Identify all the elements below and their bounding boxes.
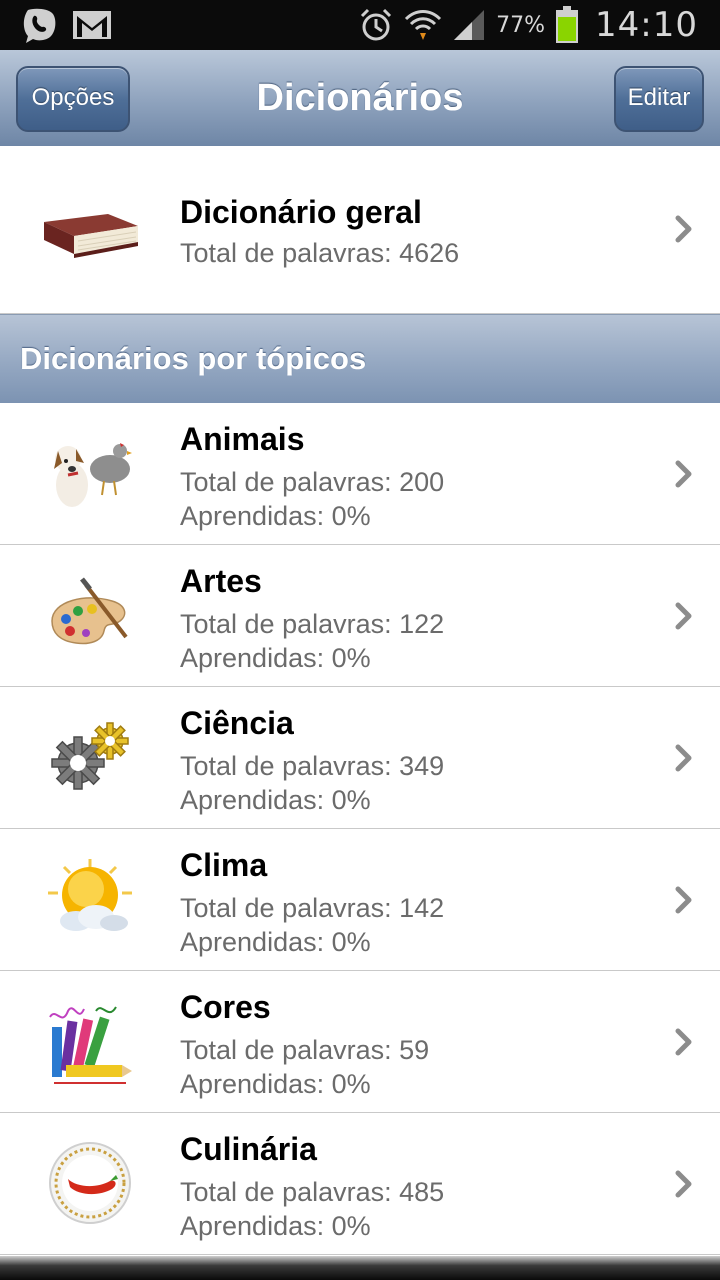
options-button[interactable]: Opções: [16, 66, 130, 132]
list-item[interactable]: Animais Total de palavras: 200 Aprendida…: [0, 403, 720, 545]
general-dictionary-row[interactable]: Dicionário geral Total de palavras: 4626: [0, 146, 720, 314]
row-learned: Aprendidas: 0%: [180, 501, 371, 531]
signal-icon: [454, 10, 485, 40]
viber-icon: [23, 8, 56, 43]
list-item[interactable]: Artes Total de palavras: 122 Aprendidas:…: [0, 545, 720, 687]
status-bar: 77% 14:10: [0, 0, 720, 50]
section-title: Dicionários por tópicos: [20, 341, 367, 376]
row-learned: Aprendidas: 0%: [180, 643, 371, 673]
row-title: Artes: [180, 563, 262, 599]
row-total: Total de palavras: 4626: [180, 238, 460, 268]
nav-bar: Dicionários Opções Editar: [0, 50, 720, 147]
chevron-right-icon: [675, 744, 692, 772]
book-icon: [44, 214, 138, 258]
chevron-right-icon: [675, 1028, 692, 1056]
row-total: Total de palavras: 122: [180, 609, 445, 639]
battery-percent: 77%: [496, 12, 546, 38]
palette-icon: [51, 577, 128, 645]
row-title: Ciência: [180, 705, 294, 741]
section-header: Dicionários por tópicos: [0, 314, 720, 404]
gears-icon: [51, 722, 129, 790]
row-total: Total de palavras: 59: [180, 1035, 430, 1065]
row-learned: Aprendidas: 0%: [180, 1211, 371, 1241]
battery-icon: [556, 6, 579, 43]
bottom-edge: [0, 1256, 720, 1280]
row-title: Cores: [180, 989, 271, 1025]
row-title: Dicionário geral: [180, 194, 422, 230]
wifi-icon: [405, 10, 442, 40]
chevron-right-icon: [675, 215, 692, 243]
row-learned: Aprendidas: 0%: [180, 1069, 371, 1099]
plate-icon: [49, 1142, 131, 1224]
edit-button[interactable]: Editar: [614, 66, 704, 132]
animals-icon: [54, 443, 132, 507]
row-learned: Aprendidas: 0%: [180, 927, 371, 957]
list-item[interactable]: Culinária Total de palavras: 485 Aprendi…: [0, 1113, 720, 1255]
row-learned: Aprendidas: 0%: [180, 785, 371, 815]
list-item[interactable]: Cores Total de palavras: 59 Aprendidas: …: [0, 971, 720, 1113]
chevron-right-icon: [675, 1170, 692, 1198]
row-title: Animais: [180, 421, 305, 457]
row-total: Total de palavras: 349: [180, 751, 445, 781]
chevron-right-icon: [675, 886, 692, 914]
row-title: Culinária: [180, 1131, 317, 1167]
row-title: Clima: [180, 847, 268, 883]
gmail-icon: [73, 11, 111, 39]
row-total: Total de palavras: 142: [180, 893, 445, 923]
row-total: Total de palavras: 485: [180, 1177, 445, 1207]
chevron-right-icon: [675, 460, 692, 488]
weather-icon: [48, 859, 132, 931]
alarm-icon: [361, 8, 392, 41]
clock: 14:10: [595, 5, 698, 45]
list-item[interactable]: Ciência Total de palavras: 349 Aprendida…: [0, 687, 720, 829]
row-total: Total de palavras: 200: [180, 467, 445, 497]
list-item[interactable]: Clima Total de palavras: 142 Aprendidas:…: [0, 829, 720, 971]
chevron-right-icon: [675, 602, 692, 630]
pencils-icon: [49, 1006, 132, 1084]
